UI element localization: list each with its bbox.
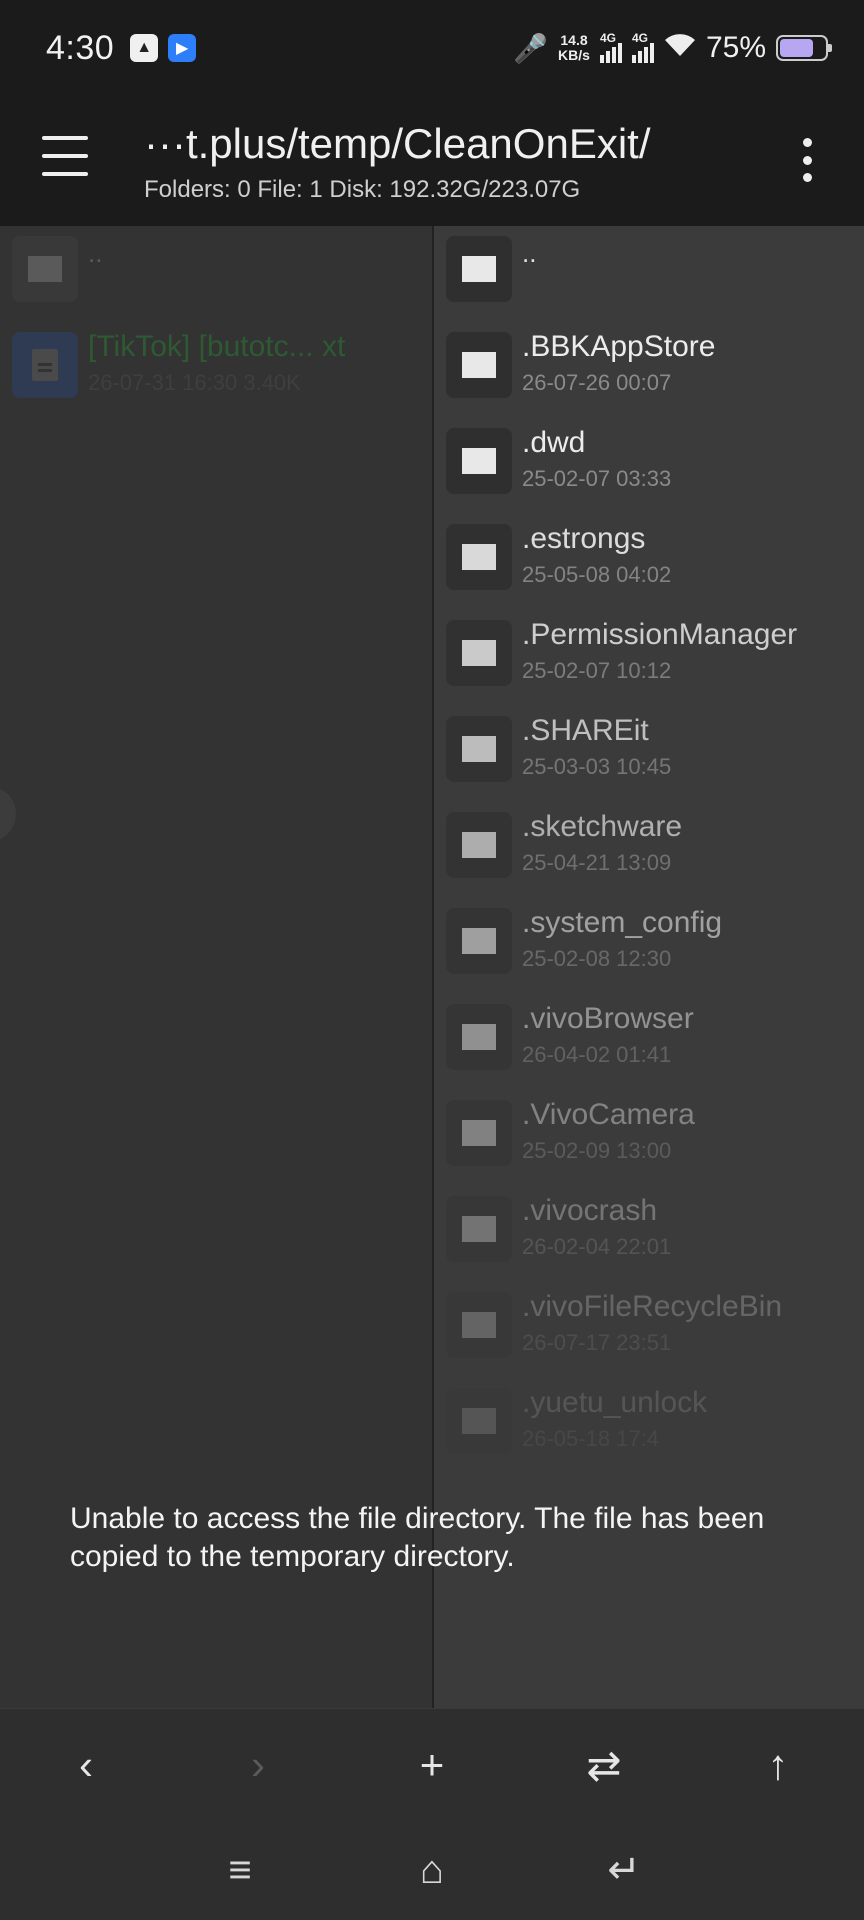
sim1-signal-icon: 4G [599, 31, 622, 63]
folder-modified-date: 25-02-08 12:30 [522, 946, 672, 971]
list-item-folder[interactable]: .VivoCamera 25-02-09 13:00 [434, 1090, 864, 1186]
folder-name: .VivoCamera [522, 1098, 695, 1131]
folder-name: .sketchware [522, 810, 683, 843]
status-time: 4:30 [46, 28, 115, 67]
battery-level-fill [780, 39, 813, 57]
list-item-folder[interactable]: .sketchware 25-04-21 13:09 [434, 802, 864, 898]
drag-handle[interactable] [0, 786, 16, 842]
folder-modified-date: 25-04-21 13:09 [522, 850, 672, 875]
network-speed-value: 14.8 [560, 32, 588, 48]
toast-message: Unable to access the file directory. The… [70, 1502, 765, 1573]
folder-icon [446, 908, 512, 974]
left-file-pane: .. [TikTok] [butotc... xt 26-07-31 16:30… [0, 226, 432, 1708]
notification-app-icon: ▲ [130, 34, 159, 62]
right-file-pane: .. .BBKAppStore 26-07-26 00:07 .dwd 25-02-0… [434, 226, 864, 1708]
folder-name: .PermissionManager [522, 618, 798, 651]
folder-modified-date: 25-05-08 04:02 [522, 562, 672, 587]
folder-name: .vivocrash [522, 1194, 658, 1227]
folder-icon [12, 236, 78, 302]
file-meta: 26-07-31 16:30 3.40K [88, 370, 301, 395]
status-bar: 4:30 ▲ ▶ 🎤 14.8 KB/s 4G 4G 75% [0, 0, 864, 96]
home-icon[interactable]: ⌂ [382, 1820, 482, 1920]
list-item-folder[interactable]: .PermissionManager 25-02-07 10:12 [434, 610, 864, 706]
list-item-folder[interactable]: .vivocrash 26-02-04 22:01 [434, 1186, 864, 1282]
list-item-folder[interactable]: .dwd 25-02-07 03:33 [434, 418, 864, 514]
folder-icon [446, 716, 512, 782]
network-speed-unit: KB/s [558, 47, 590, 63]
add-icon[interactable]: + [382, 1709, 482, 1821]
list-item-folder[interactable]: .vivoBrowser 26-04-02 01:41 [434, 994, 864, 1090]
folder-modified-date: 26-07-26 00:07 [522, 370, 672, 395]
folder-icon [446, 1292, 512, 1358]
folder-name: .vivoFileRecycleBin [522, 1290, 783, 1323]
folder-modified-date: 25-02-07 10:12 [522, 658, 672, 683]
folder-modified-date: 25-03-03 10:45 [522, 754, 672, 779]
folder-name: .yuetu_unlock [522, 1386, 708, 1419]
bottom-action-bar: ‹ › + ⇄ ↑ [0, 1708, 864, 1820]
forward-arrow-icon[interactable]: › [208, 1709, 308, 1821]
sim2-network-type: 4G [631, 31, 648, 45]
folder-icon [446, 524, 512, 590]
folder-name: .dwd [522, 426, 586, 459]
folder-modified-date: 25-02-07 03:33 [522, 466, 672, 491]
list-item-folder[interactable]: .estrongs 25-05-08 04:02 [434, 514, 864, 610]
folder-icon [446, 332, 512, 398]
sim1-network-type: 4G [599, 31, 616, 45]
parent-directory-item[interactable]: .. [434, 226, 864, 322]
system-navigation-bar: ≡ ⌂ ↵ [0, 1820, 864, 1920]
list-item-file[interactable]: [TikTok] [butotc... xt 26-07-31 16:30 3.… [0, 322, 432, 418]
status-indicators: 🎤 14.8 KB/s 4G 4G 75% [513, 31, 832, 65]
video-call-notification-icon: ▶ [168, 34, 197, 62]
recent-apps-icon[interactable]: ≡ [190, 1820, 290, 1920]
parent-directory-label: .. [522, 238, 537, 268]
more-options-icon[interactable] [802, 138, 812, 182]
back-arrow-icon[interactable]: ‹ [36, 1709, 136, 1821]
battery-icon [776, 35, 832, 61]
folder-icon [446, 1196, 512, 1262]
sim2-signal-icon: 4G [631, 31, 654, 63]
microphone-icon: 🎤 [513, 32, 549, 64]
folder-icon [446, 620, 512, 686]
battery-percent: 75% [705, 31, 766, 64]
folder-name: .BBKAppStore [522, 330, 716, 363]
parent-directory-label: .. [88, 238, 103, 268]
folder-name: .SHAREit [522, 714, 649, 747]
list-item-folder[interactable]: .system_config 25-02-08 12:30 [434, 898, 864, 994]
network-speed: 14.8 KB/s [558, 33, 590, 63]
folder-icon [446, 1388, 512, 1454]
folder-modified-date: 26-04-02 01:41 [522, 1042, 672, 1067]
file-name: [TikTok] [butotc... xt [88, 330, 346, 363]
parent-directory-item[interactable]: .. [0, 226, 432, 322]
back-icon[interactable]: ↵ [574, 1820, 674, 1920]
document-icon [12, 332, 78, 398]
folder-modified-date: 25-02-09 13:00 [522, 1138, 672, 1163]
folder-modified-date: 26-05-18 17:4 [522, 1426, 659, 1451]
list-item-folder[interactable]: .yuetu_unlock 26-05-18 17:4 [434, 1378, 864, 1474]
folder-icon [446, 812, 512, 878]
directory-info: Folders: 0 File: 1 Disk: 192.32G/223.07G [144, 176, 581, 203]
folder-name: .system_config [522, 906, 723, 939]
menu-icon[interactable] [42, 136, 88, 176]
folder-icon [446, 428, 512, 494]
folder-icon [446, 1004, 512, 1070]
app-toolbar: ···t.plus/temp/CleanOnExit/ Folders: 0 F… [0, 96, 864, 226]
up-directory-icon[interactable]: ↑ [728, 1709, 828, 1821]
folder-icon [446, 1100, 512, 1166]
list-item-folder[interactable]: .vivoFileRecycleBin 26-07-17 23:51 [434, 1282, 864, 1378]
current-path-title: ···t.plus/temp/CleanOnExit/ [144, 120, 651, 167]
folder-modified-date: 26-02-04 22:01 [522, 1234, 672, 1259]
folder-name: .estrongs [522, 522, 646, 555]
folder-icon [446, 236, 512, 302]
list-item-folder[interactable]: .BBKAppStore 26-07-26 00:07 [434, 322, 864, 418]
folder-name: .vivoBrowser [522, 1002, 694, 1035]
wifi-icon [664, 32, 696, 65]
swap-panes-icon[interactable]: ⇄ [554, 1709, 654, 1821]
folder-modified-date: 26-07-17 23:51 [522, 1330, 672, 1355]
list-item-folder[interactable]: .SHAREit 25-03-03 10:45 [434, 706, 864, 802]
